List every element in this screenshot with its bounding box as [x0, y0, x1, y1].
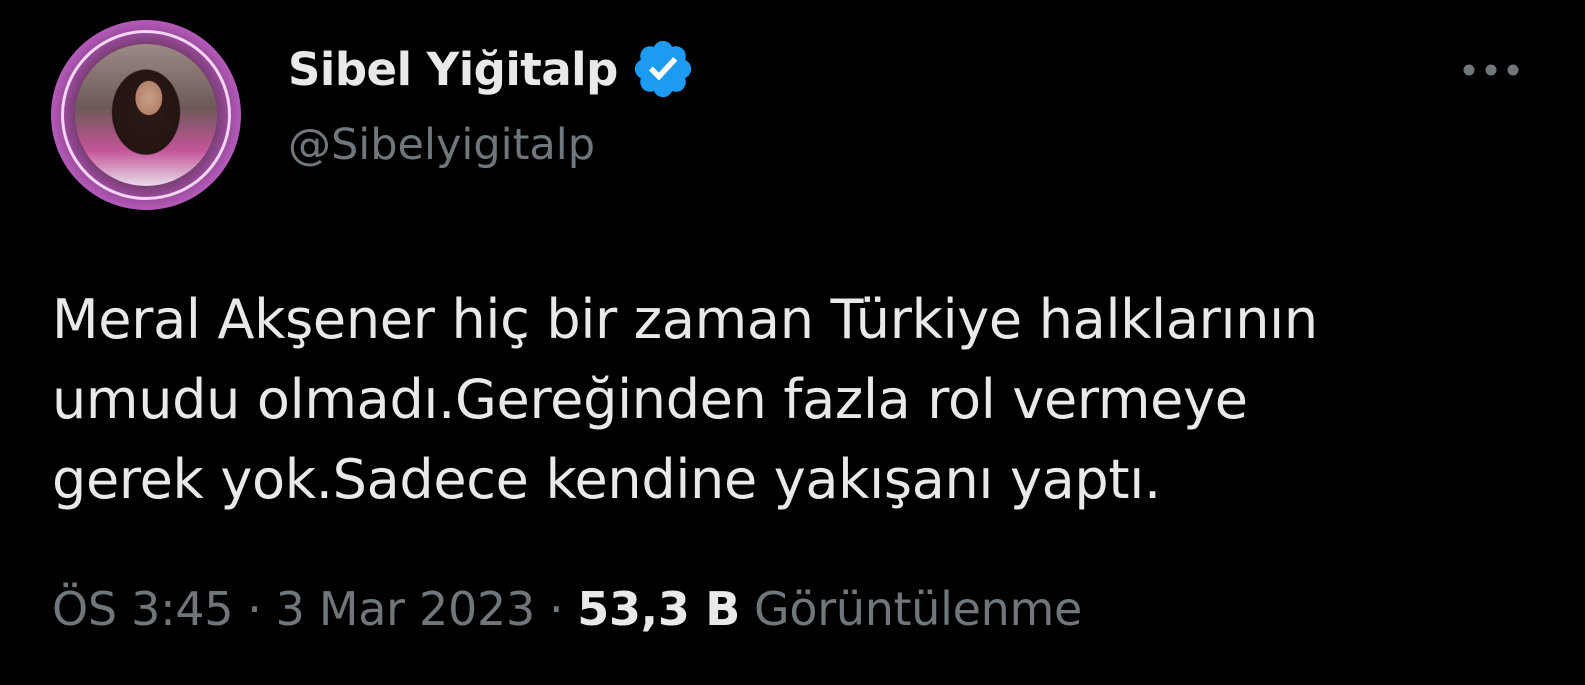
tweet-text: Meral Akşener hiç bir zaman Türkiye halk… [52, 280, 1552, 520]
views-count[interactable]: 53,3 B [577, 582, 740, 636]
tweet-text-line: Meral Akşener hiç bir zaman Türkiye halk… [52, 288, 1318, 351]
more-options-icon[interactable] [1456, 50, 1526, 90]
meta-separator: · [247, 582, 262, 636]
views-label: Görüntülenme [754, 582, 1082, 636]
meta-separator: · [548, 582, 564, 636]
author-name-row: Sibel Yiğitalp [288, 38, 696, 100]
tweet-text-line: umudu olmadı.Gereğinden fazla rol vermey… [52, 368, 1248, 431]
author-display-name[interactable]: Sibel Yiğitalp [288, 43, 618, 96]
avatar-ring [61, 30, 231, 200]
verified-badge-icon[interactable] [630, 36, 696, 102]
tweet-text-line: gerek yok.Sadece kendine yakışanı yaptı. [52, 448, 1161, 511]
avatar[interactable] [51, 20, 241, 210]
tweet-time[interactable]: ÖS 3:45 [52, 582, 234, 636]
tweet-date[interactable]: 3 Mar 2023 [276, 582, 536, 636]
tweet-meta: ÖS 3:45 · 3 Mar 2023 · 53,3 B Görüntülen… [52, 582, 1082, 636]
tweet-card: Sibel Yiğitalp @Sibelyigitalp Meral Akşe… [0, 0, 1585, 685]
author-handle[interactable]: @Sibelyigitalp [288, 120, 595, 170]
